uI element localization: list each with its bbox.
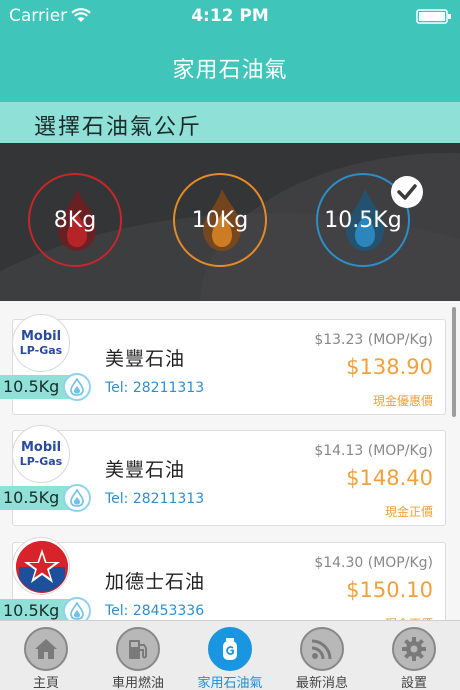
tab-label: 主頁 <box>32 676 59 690</box>
weight-badge-label: 10.5Kg <box>0 486 70 510</box>
weight-label: 10Kg <box>191 207 249 233</box>
flame-icon <box>70 602 84 620</box>
mobil-lp-gas-logo: Mobil LP-Gas <box>12 314 70 372</box>
caltex-star-icon <box>16 541 68 593</box>
station-name: 加德士石油 <box>105 571 206 593</box>
tab-news[interactable]: 最新消息 <box>276 621 368 690</box>
section-title: 選擇石油氣公斤 <box>34 115 203 140</box>
tab-settings[interactable]: 設置 <box>368 621 460 690</box>
caltex-logo <box>12 537 70 595</box>
unit-price: $13.23 (MOP/Kg) <box>314 332 433 348</box>
tab-household-lpg[interactable]: 家用石油氣 <box>184 621 276 690</box>
phone-link[interactable]: Tel: 28453336 <box>105 603 204 619</box>
status-time: 4:12 PM <box>191 6 269 26</box>
flame-badge <box>63 484 91 512</box>
total-price: $148.40 <box>346 466 433 490</box>
logo-text: LP-Gas <box>19 343 63 357</box>
total-price: $138.90 <box>346 355 433 379</box>
flame-icon <box>70 378 84 396</box>
tab-icon-circle <box>208 627 252 671</box>
tab-label: 家用石油氣 <box>197 676 263 690</box>
mobil-lp-gas-logo: Mobil LP-Gas <box>12 425 70 483</box>
home-icon <box>35 639 57 659</box>
checkmark-icon <box>391 176 423 208</box>
fuel-pump-icon <box>129 640 147 659</box>
header: Carrier 4:12 PM 家用石油氣 <box>0 0 460 102</box>
flame-badge <box>63 597 91 620</box>
section-header: 選擇石油氣公斤 <box>0 102 460 143</box>
supplier-list[interactable]: 美豐石油 Tel: 28211313 $13.23 (MOP/Kg) $138.… <box>0 301 460 620</box>
weight-option-10kg[interactable]: 10Kg <box>173 173 267 267</box>
status-bar: Carrier 4:12 PM <box>0 0 460 32</box>
battery-icon <box>416 9 451 24</box>
flame-badge <box>63 373 91 401</box>
logo-text: Mobil <box>20 439 62 455</box>
tab-icon-circle <box>24 627 68 671</box>
price-type: 現金優惠價 <box>372 394 433 408</box>
tab-vehicle-fuel[interactable]: 車用燃油 <box>92 621 184 690</box>
total-price: $150.10 <box>346 578 433 602</box>
gear-icon <box>402 637 426 661</box>
gas-cylinder-icon <box>223 638 237 660</box>
tab-label: 最新消息 <box>295 676 348 690</box>
scrollbar[interactable] <box>452 307 456 417</box>
logo-text: LP-Gas <box>19 454 63 468</box>
phone-link[interactable]: Tel: 28211313 <box>105 491 204 507</box>
weight-badge: 10.5Kg <box>0 597 91 620</box>
page-title: 家用石油氣 <box>172 58 288 83</box>
tab-bar: 主頁 車用燃油 家用石油氣 最新消息 設置 <box>0 620 460 690</box>
tab-icon-circle <box>300 627 344 671</box>
rss-icon <box>311 639 332 660</box>
tab-home[interactable]: 主頁 <box>0 621 92 690</box>
tab-icon-circle <box>392 627 436 671</box>
weight-selector: 8Kg 10Kg 10.5Kg <box>0 143 460 301</box>
weight-label: 8Kg <box>53 207 97 233</box>
price-type: 現金正價 <box>384 505 433 519</box>
tab-label: 設置 <box>400 676 427 690</box>
weight-badge-label: 10.5Kg <box>0 375 70 399</box>
unit-price: $14.13 (MOP/Kg) <box>314 443 433 459</box>
station-name: 美豐石油 <box>105 459 186 481</box>
logo-text: Mobil <box>20 328 62 344</box>
tab-icon-circle <box>116 627 160 671</box>
tab-label: 車用燃油 <box>111 676 164 690</box>
station-name: 美豐石油 <box>105 348 186 370</box>
unit-price: $14.30 (MOP/Kg) <box>314 555 433 571</box>
weight-badge: 10.5Kg <box>0 484 91 512</box>
flame-icon <box>70 489 84 507</box>
weight-badge: 10.5Kg <box>0 373 91 401</box>
weight-option-8kg[interactable]: 8Kg <box>28 173 122 267</box>
phone-link[interactable]: Tel: 28211313 <box>105 380 204 396</box>
weight-badge-label: 10.5Kg <box>0 599 70 620</box>
